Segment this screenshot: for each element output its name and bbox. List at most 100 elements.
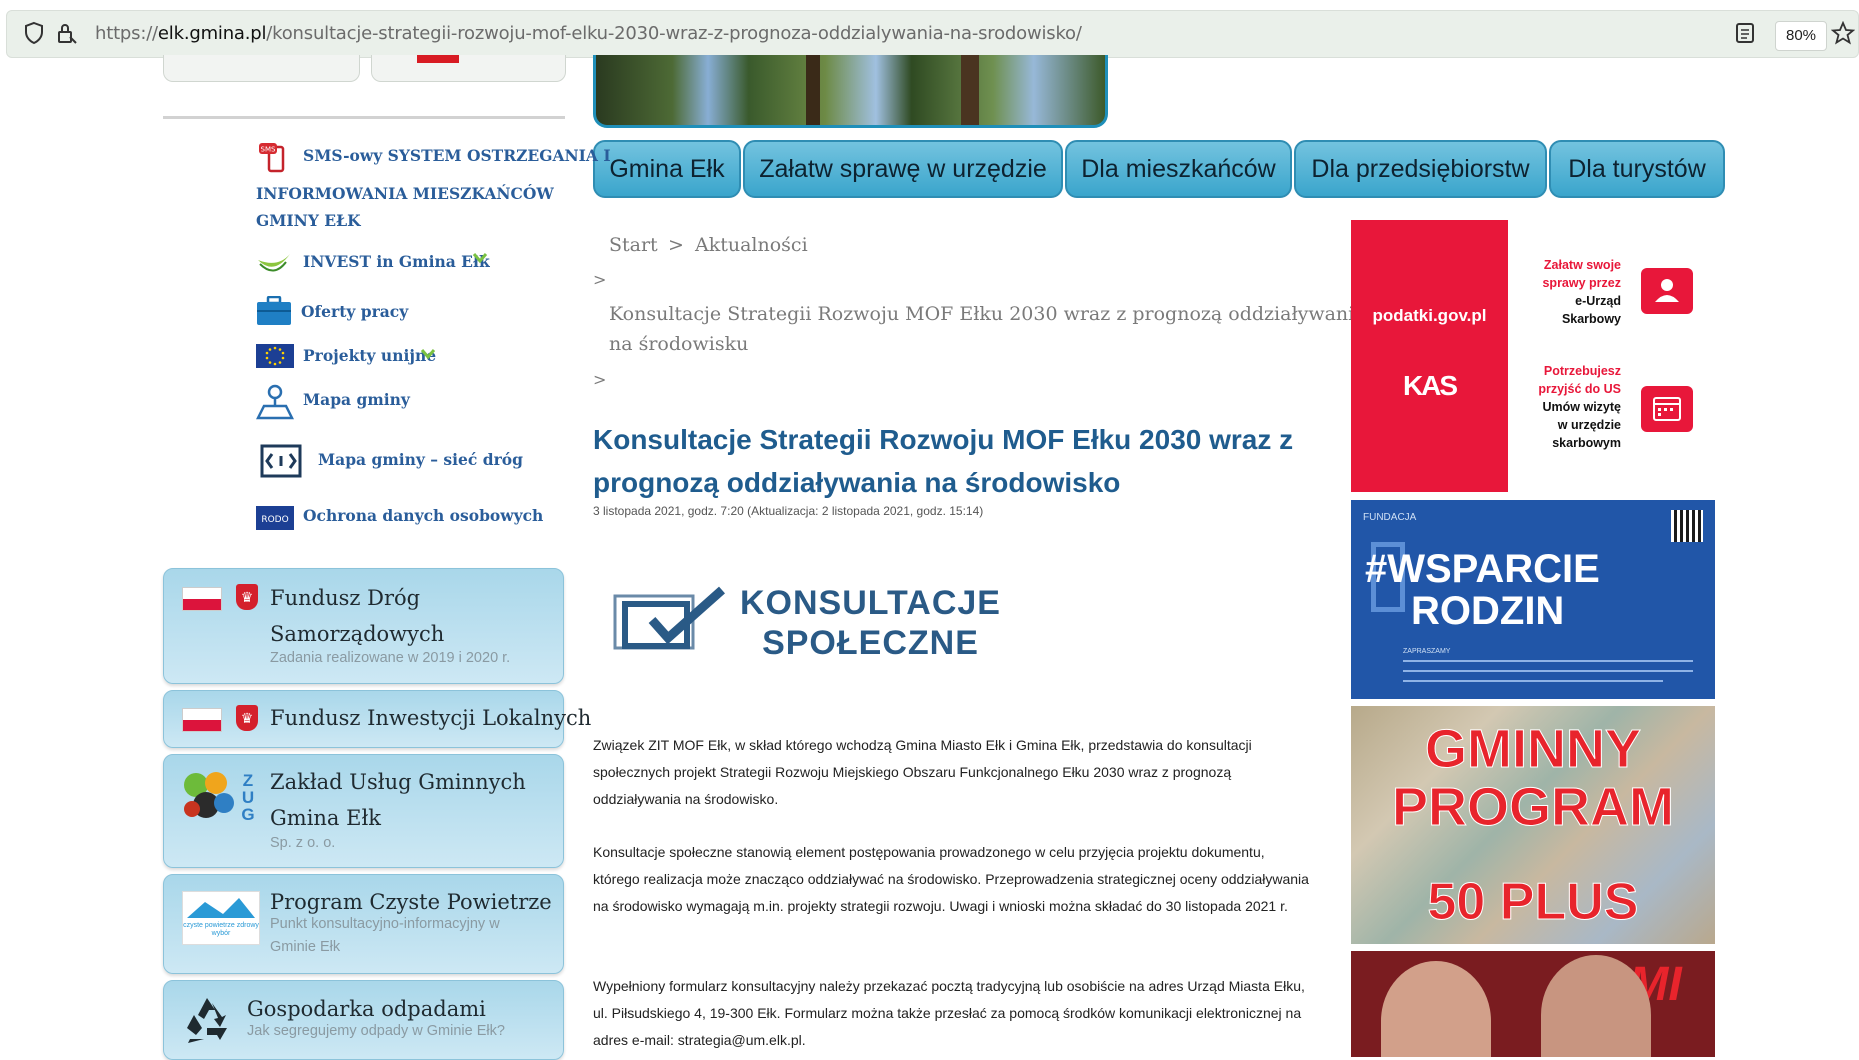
eu-flag-icon: [256, 344, 294, 373]
invest-leaf-icon: [256, 252, 292, 283]
article-title-line1: Konsultacje Strategii Rozwoju MOF Ełku 2…: [593, 424, 1294, 455]
rodo-icon: RODO: [256, 506, 294, 535]
box-subtitle: Zadania realizowane w 2019 i 2020 r.: [270, 650, 511, 666]
us-text: Potrzebujesz przyjść do US Umów wizytę w…: [1511, 362, 1621, 452]
breadcrumb-current: Konsultacje Strategii Rozwoju MOF Ełku 2…: [609, 303, 1366, 325]
menu-job-offers[interactable]: Oferty pracy: [301, 302, 408, 321]
svg-text:SMS: SMS: [261, 146, 276, 154]
kas-logo: KAS: [1402, 370, 1458, 401]
box-czyste-powietrze[interactable]: czyste powietrze zdrowy wybór Program Cz…: [163, 874, 564, 974]
box-title: Fundusz Dróg: [270, 586, 421, 610]
nav-dla-przedsiebiorstw[interactable]: Dla przedsiębiorstw: [1294, 140, 1547, 198]
eus-text: Załatw swoje sprawy przez e-Urząd Skarbo…: [1511, 256, 1621, 328]
breadcrumb-separator: >: [593, 270, 607, 289]
banner-wsparcie-rodzin[interactable]: FUNDACJA #WSPARCIE RODZIN ZAPRASZAMY: [1351, 500, 1715, 699]
box-gospodarka-odpadami[interactable]: Gospodarka odpadami Jak segregujemy odpa…: [163, 980, 564, 1060]
chevron-down-icon[interactable]: [472, 251, 488, 269]
menu-invest[interactable]: INVEST in Gmina Ełk: [303, 252, 490, 271]
banner-podatki-red-panel: podatki.gov.pl KAS: [1351, 220, 1508, 492]
menu-sms-line2[interactable]: INFORMOWANIA MIESZKAŃCÓW: [256, 184, 554, 203]
article-title-line2: prognozą oddziaływania na środowisko: [593, 467, 1121, 498]
chevron-down-icon[interactable]: [420, 347, 436, 365]
recycle-icon: [182, 995, 232, 1048]
box-title: Gmina Ełk: [270, 806, 381, 830]
road-map-icon: [260, 444, 302, 483]
us-line: Potrzebujesz: [1543, 364, 1621, 378]
svg-text:RODO: RODO: [261, 515, 288, 525]
lock-icon[interactable]: [53, 21, 79, 47]
menu-road-map[interactable]: Mapa gminy – sieć dróg: [318, 450, 523, 469]
eus-line: sprawy przez: [1542, 276, 1621, 290]
eus-line: Skarbowy: [1561, 312, 1621, 326]
us-line: przyjść do US: [1538, 382, 1621, 396]
top-left-tab[interactable]: [163, 55, 360, 82]
user-icon[interactable]: [1641, 268, 1693, 314]
calendar-icon[interactable]: [1641, 386, 1693, 432]
menu-eu-projects[interactable]: Projekty unijne: [303, 346, 436, 365]
svg-text:G: G: [241, 805, 254, 824]
shield-icon[interactable]: [21, 21, 47, 47]
sms-phone-icon: SMS: [256, 141, 290, 178]
eus-line: e-Urząd: [1575, 294, 1621, 308]
box-subtitle: Jak segregujemy odpady w Gminie Ełk?: [247, 1023, 505, 1039]
program-title: GMINNY PROGRAM: [1351, 719, 1715, 837]
article-date: 3 listopada 2021, godz. 7:20 (Aktualizac…: [593, 504, 984, 518]
banner-podatki[interactable]: podatki.gov.pl KAS Załatw swoje sprawy p…: [1351, 220, 1713, 492]
box-zug[interactable]: ZUG Zakład Usług Gminnych Gmina Ełk Sp. …: [163, 754, 564, 868]
menu-sms-line1[interactable]: SMS-owy SYSTEM OSTRZEGANIA I: [303, 146, 611, 165]
menu-sms-line3[interactable]: GMINY EŁK: [256, 211, 361, 230]
box-title: Gospodarka odpadami: [247, 997, 486, 1021]
menu-rodo[interactable]: Ochrona danych osobowych: [303, 506, 543, 525]
breadcrumb-current: na środowisku: [609, 333, 749, 355]
article-paragraph-1: Związek ZIT MOF Ełk, w skład którego wch…: [593, 737, 1252, 807]
box-fundusz-inwestycji[interactable]: ♛ Fundusz Inwestycji Lokalnych: [163, 690, 591, 748]
nav-zalatw-sprawe[interactable]: Załatw sprawę w urzędzie: [743, 140, 1063, 198]
program-50-plus: 50 PLUS: [1427, 873, 1639, 932]
top-left-tab-flag[interactable]: [371, 55, 566, 82]
fine-print-line: [1403, 660, 1693, 662]
box-subtitle: Gminie Ełk: [270, 939, 341, 955]
wsparcie-title: #WSPARCIE RODZIN: [1365, 548, 1600, 632]
breadcrumb-news[interactable]: Aktualności: [695, 234, 808, 256]
program-line1: GMINNY: [1425, 719, 1642, 779]
poland-flag-icon: [182, 587, 222, 611]
poland-flag-icon: [182, 708, 222, 732]
nav-dla-turystow[interactable]: Dla turystów: [1549, 140, 1725, 198]
article-paragraph-2: Konsultacje społeczne stanowią element p…: [593, 844, 1309, 914]
reader-view-icon[interactable]: [1732, 21, 1758, 47]
banner-officials-photo[interactable]: GMI: [1351, 951, 1715, 1057]
fine-print-line: [1403, 680, 1663, 682]
wsparcie-line2: RODZIN: [1411, 589, 1565, 633]
article-title: Konsultacje Strategii Rozwoju MOF Ełku 2…: [593, 418, 1333, 504]
article-paragraph-3: Wypełniony formularz konsultacyjny należ…: [593, 978, 1305, 1048]
us-line: skarbowym: [1552, 436, 1621, 450]
zoom-level-button[interactable]: 80%: [1775, 21, 1827, 51]
box-subtitle: Punkt konsultacyjno-informacyjny w: [270, 916, 500, 932]
wsparcie-line1: #WSPARCIE: [1365, 547, 1600, 591]
box-title: Zakład Usług Gminnych: [270, 770, 526, 794]
breadcrumb-separator: >: [593, 370, 607, 389]
url-path: /konsultacje-strategii-rozwoju-mof-elku-…: [266, 23, 1082, 44]
browser-url-bar[interactable]: https://elk.gmina.pl/konsultacje-strateg…: [6, 10, 1859, 58]
zapraszamy-label: ZAPRASZAMY: [1403, 648, 1451, 655]
url-text[interactable]: https://elk.gmina.pl/konsultacje-strateg…: [95, 23, 1082, 44]
nav-dla-mieszkancow[interactable]: Dla mieszkańców: [1065, 140, 1292, 198]
menu-map[interactable]: Mapa gminy: [303, 390, 410, 409]
clean-air-logo-text: czyste powietrze zdrowy wybór: [183, 922, 259, 937]
qr-code-icon: [1671, 510, 1703, 542]
box-title: Fundusz Inwestycji Lokalnych: [270, 706, 592, 730]
bookmark-star-icon[interactable]: [1830, 20, 1856, 47]
program-line2: PROGRAM: [1392, 777, 1675, 837]
banner-gminny-program-50-plus[interactable]: GMINNY PROGRAM 50 PLUS: [1351, 706, 1715, 944]
box-title: Program Czyste Powietrze: [270, 890, 552, 914]
clean-air-logo-icon: czyste powietrze zdrowy wybór: [182, 891, 260, 945]
map-pin-icon: [255, 384, 295, 425]
box-fundusz-drog[interactable]: ♛ Fundusz Dróg Samorządowych Zadania rea…: [163, 568, 564, 684]
breadcrumb-separator: >: [668, 234, 684, 256]
us-line: w urzędzie: [1557, 418, 1621, 432]
breadcrumb-start[interactable]: Start: [609, 234, 658, 256]
fine-print-line: [1403, 670, 1693, 672]
nav-gmina-elk[interactable]: Gmina Ełk: [593, 140, 741, 198]
zug-logo-icon: ZUG: [182, 769, 260, 830]
poland-emblem-icon: ♛: [236, 705, 258, 731]
